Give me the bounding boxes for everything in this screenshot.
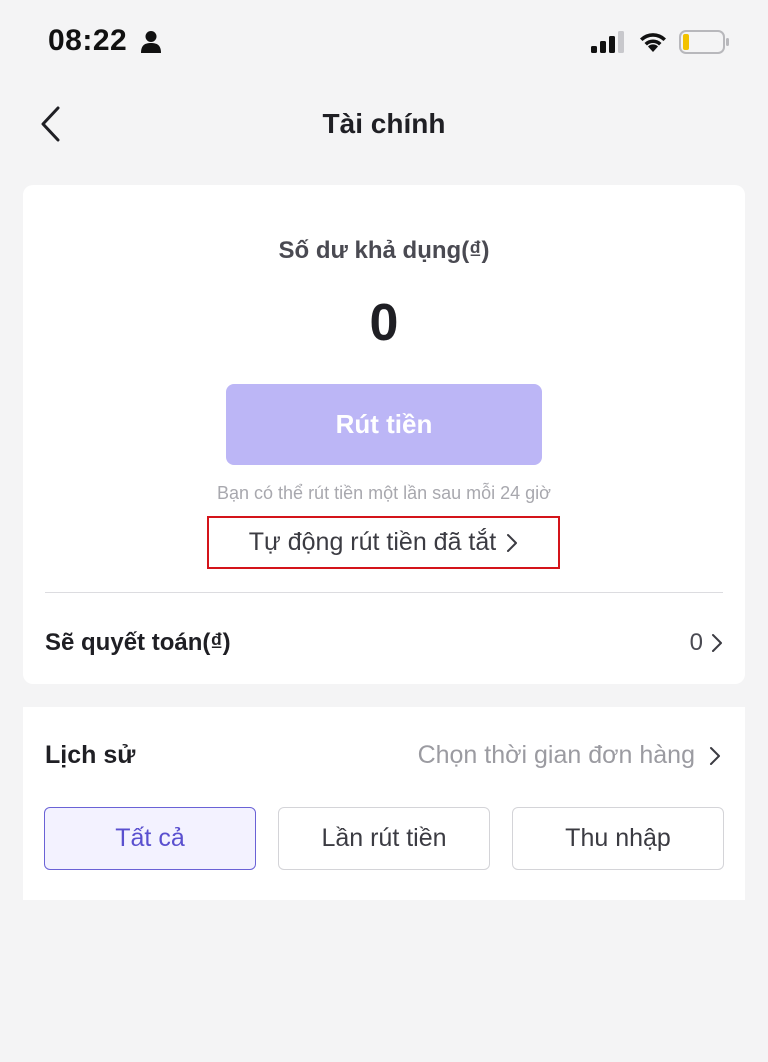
divider [45,592,723,593]
balance-label: Số dư khả dụng(₫) [278,237,490,264]
page-title: Tài chính [322,108,446,139]
status-time: 08:22 [48,24,128,57]
order-time-filter-label: Chọn thời gian đơn hàng [417,741,695,769]
withdraw-note: Bạn có thể rút tiền một lần sau mỗi 24 g… [217,483,551,503]
wifi-icon [637,29,669,58]
settlement-label: Sẽ quyết toán(₫) [45,629,231,656]
signal-icon [591,30,627,59]
chevron-right-icon [712,634,722,652]
settlement-value: 0 [689,629,703,656]
history-tabs: Tất cả Lần rút tiền Thu nhập [44,807,724,870]
balance-card: Số dư khả dụng(₫) 0 Rút tiền Bạn có thể … [23,185,745,684]
auto-withdraw-link[interactable]: Tự động rút tiền đã tắt [207,516,560,569]
withdraw-button[interactable]: Rút tiền [226,384,542,465]
settlement-value-group: 0 [690,629,723,657]
order-time-filter[interactable]: Chọn thời gian đơn hàng [418,741,721,770]
auto-withdraw-label: Tự động rút tiền đã tắt [248,528,497,556]
history-card: Lịch sử Chọn thời gian đơn hàng Tất cả L… [23,707,745,900]
settlement-row[interactable]: Sẽ quyết toán(₫) 0 [45,615,723,671]
person-icon [140,30,162,59]
tab-withdrawals[interactable]: Lần rút tiền [278,807,490,870]
battery-icon [679,30,731,59]
status-bar: 08:22 [0,0,768,84]
chevron-right-icon [507,533,518,552]
header: Tài chính [0,84,768,164]
chevron-right-icon [710,746,720,765]
tab-all[interactable]: Tất cả [44,807,256,870]
balance-value: 0 [369,294,399,352]
history-label: Lịch sử [45,741,136,769]
tab-income[interactable]: Thu nhập [512,807,724,870]
